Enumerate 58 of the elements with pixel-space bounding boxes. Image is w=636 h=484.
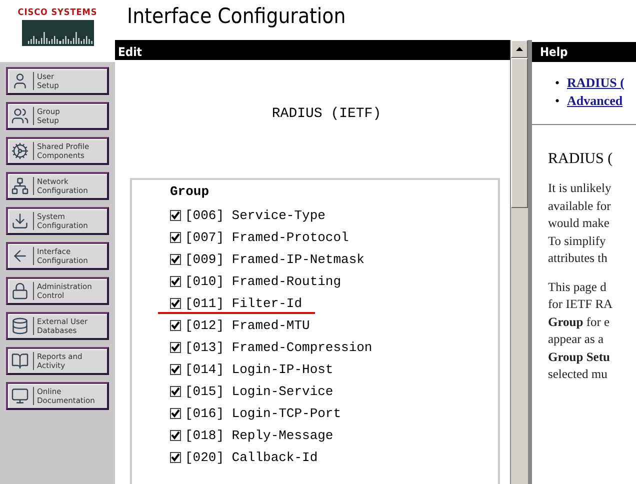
- attribute-label: [015] Login-Service: [185, 384, 334, 398]
- checkbox[interactable]: [170, 320, 181, 330]
- logo-text: CISCO SYSTEMS: [18, 8, 98, 18]
- checkbox[interactable]: [170, 210, 181, 220]
- help-text-line: appear as a: [548, 331, 605, 348]
- computer-icon: [11, 387, 29, 405]
- checkbox[interactable]: [170, 298, 181, 308]
- attribute-label: [016] Login-TCP-Port: [185, 406, 342, 420]
- attribute-label: [009] Framed-IP-Netmask: [185, 252, 364, 266]
- group-label: Group: [170, 184, 210, 199]
- scrollbar[interactable]: [510, 40, 528, 484]
- help-text-line: It is unlikely: [548, 180, 612, 197]
- checkbox[interactable]: [170, 254, 181, 264]
- help-link[interactable]: Advanced: [567, 93, 623, 108]
- network-icon: [11, 177, 29, 195]
- bullet: •: [555, 74, 561, 92]
- download-icon: [11, 212, 29, 230]
- checkbox[interactable]: [170, 430, 181, 440]
- checkbox[interactable]: [170, 364, 181, 374]
- checkbox[interactable]: [170, 452, 181, 462]
- user-icon: [11, 72, 29, 90]
- pane-title: Edit: [118, 45, 142, 59]
- help-text-line: selected mu: [548, 366, 608, 383]
- attribute-label: [018] Reply-Message: [185, 428, 334, 442]
- attribute-label: [012] Framed-MTU: [185, 318, 310, 332]
- help-link[interactable]: RADIUS (: [567, 75, 624, 90]
- section-heading: RADIUS (IETF): [272, 106, 382, 122]
- help-text-line: To simplify: [548, 232, 607, 250]
- page-title: Interface Configuration: [127, 4, 346, 28]
- book-icon: [11, 352, 29, 370]
- help-text-line: This page d: [548, 278, 608, 296]
- logo-icon: [22, 20, 94, 46]
- attribute-label: [011] Filter-Id: [185, 296, 302, 310]
- attribute-label: [013] Framed-Compression: [185, 340, 372, 354]
- attribute-label: [007] Framed-Protocol: [185, 230, 349, 244]
- checkbox[interactable]: [170, 232, 181, 242]
- help-text-line: available for: [548, 198, 612, 214]
- attribute-label: [006] Service-Type: [185, 208, 326, 222]
- users-icon: [11, 107, 29, 125]
- help-text-line: attributes th: [548, 250, 608, 267]
- pane-title: Help: [540, 44, 568, 58]
- checkbox[interactable]: [170, 408, 181, 418]
- checkbox[interactable]: [170, 342, 181, 352]
- lock-icon: [11, 282, 29, 300]
- help-text-line: Group Setu: [548, 348, 611, 366]
- checkbox[interactable]: [170, 276, 181, 286]
- help-heading: RADIUS (: [548, 151, 613, 167]
- help-text-line: would make: [548, 215, 610, 232]
- attribute-label: [020] Callback-Id: [185, 450, 318, 464]
- scroll-up-icon: [516, 47, 523, 51]
- attribute-label: [014] Login-IP-Host: [185, 362, 334, 376]
- attribute-label: [010] Framed-Routing: [185, 274, 342, 288]
- bullet: •: [555, 92, 561, 110]
- gear-icon: [11, 142, 29, 160]
- database-icon: [11, 317, 29, 335]
- checkbox[interactable]: [170, 386, 181, 396]
- help-text-line: Group for e: [548, 314, 611, 331]
- help-text-line: for IETF RA: [548, 296, 614, 313]
